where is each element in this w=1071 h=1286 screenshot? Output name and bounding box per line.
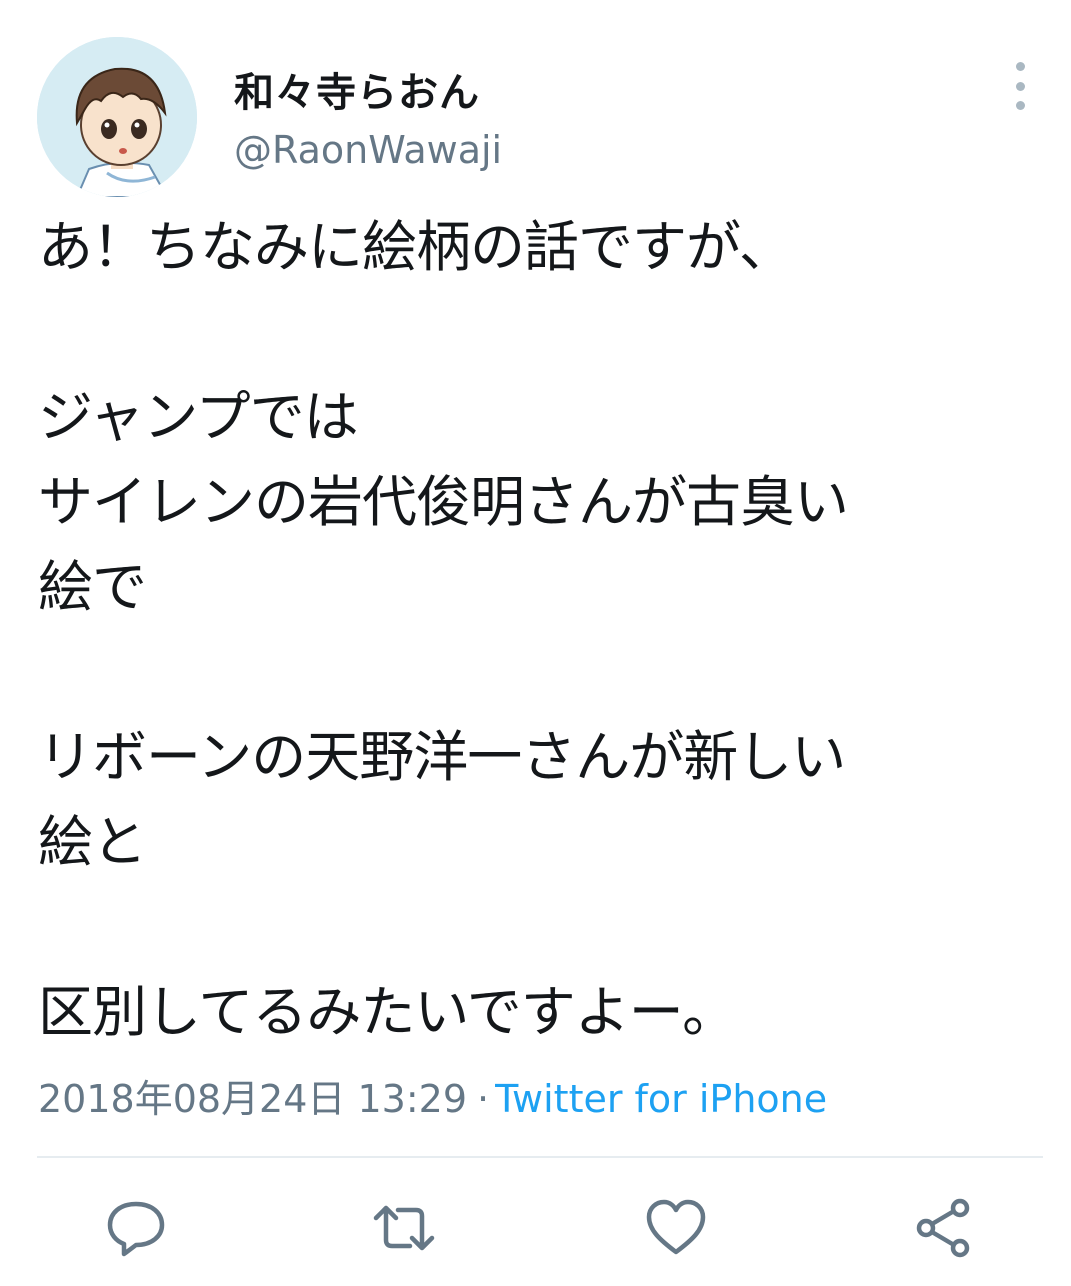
tweet-line: ジャンプでは bbox=[38, 385, 359, 449]
retweet-icon bbox=[373, 1205, 435, 1251]
timestamp[interactable]: 2018年08月24日 13:29 bbox=[38, 1077, 467, 1121]
divider bbox=[37, 1156, 1043, 1158]
dot bbox=[1015, 62, 1025, 71]
tweet-card: 和々寺らおん @RaonWawaji あ！ちなみに絵柄の話ですが、 ジャンプでは… bbox=[0, 0, 1071, 1286]
tweet-line: リボーンの天野洋一さんが新しい bbox=[38, 725, 846, 789]
dot bbox=[1015, 101, 1025, 110]
speech-bubble-icon bbox=[107, 1201, 165, 1257]
meta-separator: · bbox=[477, 1077, 490, 1121]
avatar[interactable] bbox=[37, 37, 197, 197]
tweet-line: 区別してるみたいですよー。 bbox=[38, 980, 737, 1044]
tweet-line: 絵で bbox=[38, 555, 147, 619]
retweet-button[interactable] bbox=[372, 1196, 436, 1260]
anime-boy-avatar-icon bbox=[37, 37, 197, 197]
tweet-line: 絵と bbox=[38, 810, 147, 874]
share-button[interactable] bbox=[912, 1196, 976, 1260]
tweet-meta: 2018年08月24日 13:29 · Twitter for iPhone bbox=[38, 1068, 827, 1123]
client-link[interactable]: Twitter for iPhone bbox=[495, 1077, 827, 1121]
tweet-text: あ！ちなみに絵柄の話ですが、 ジャンプでは サイレンの岩代俊明さんが古臭い 絵で… bbox=[38, 205, 1038, 1055]
dot bbox=[1015, 81, 1025, 91]
reply-button[interactable] bbox=[104, 1196, 168, 1260]
author-handle[interactable]: @RaonWawaji bbox=[234, 128, 502, 172]
tweet-line: サイレンの岩代俊明さんが古臭い bbox=[38, 470, 849, 534]
author-display-name[interactable]: 和々寺らおん bbox=[234, 60, 480, 118]
share-icon bbox=[916, 1198, 970, 1258]
tweet-line: あ！ちなみに絵柄の話ですが、 bbox=[38, 215, 794, 279]
like-button[interactable] bbox=[644, 1196, 708, 1260]
heart-icon bbox=[646, 1199, 706, 1255]
more-options-icon[interactable] bbox=[1002, 62, 1038, 110]
